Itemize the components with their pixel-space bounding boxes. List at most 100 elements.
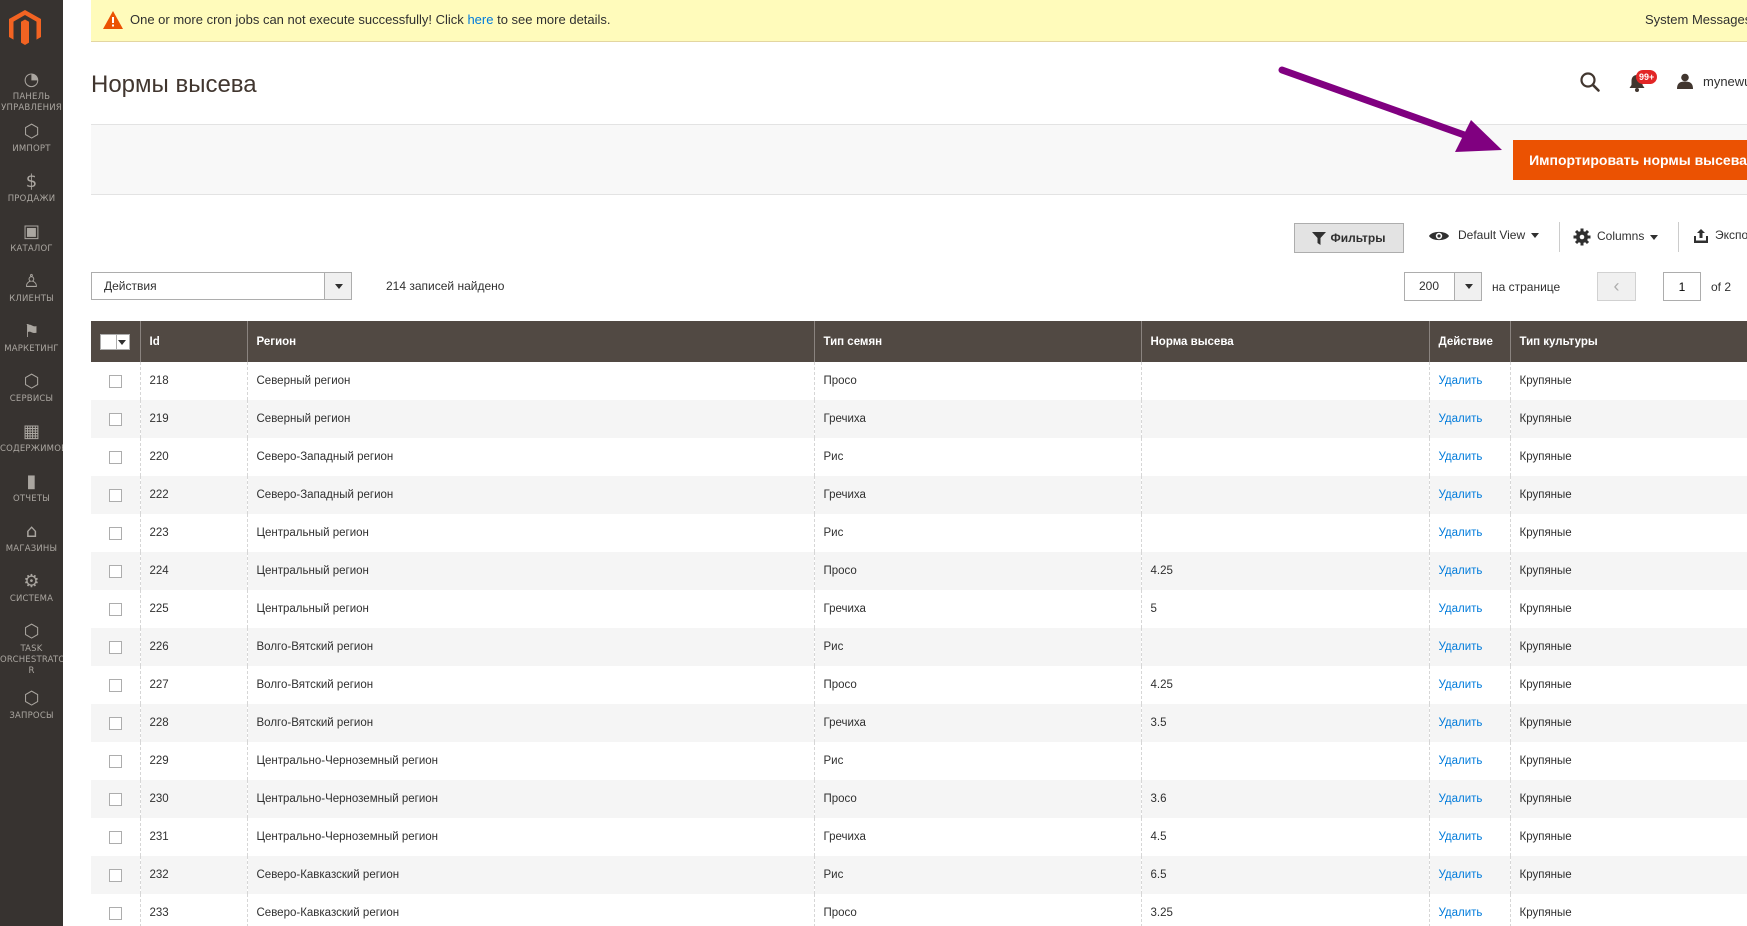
sidebar-item[interactable]: ⌂ МАГАЗИНЫ xyxy=(0,522,63,555)
row-checkbox[interactable] xyxy=(108,906,122,920)
column-header-region[interactable]: Регион xyxy=(246,321,814,362)
previous-page-button[interactable]: ‹ xyxy=(1597,272,1636,301)
sidebar-item[interactable]: ⬡ СЕРВИСЫ xyxy=(0,372,63,405)
table-row[interactable]: 230 Центрально-Черноземный регион Просо 3.6… xyxy=(91,780,1747,818)
table-row[interactable]: 222 Северо-Западный регион Гречиха Удалить К… xyxy=(91,476,1747,514)
column-header-id[interactable]: Id xyxy=(139,321,247,362)
sidebar-item-label: ПАНЕЛЬ УПРАВЛЕНИЯ xyxy=(1,92,62,113)
mass-actions-select[interactable]: Действия xyxy=(91,272,352,300)
delete-link[interactable]: Удалить xyxy=(1439,831,1483,843)
delete-link[interactable]: Удалить xyxy=(1439,565,1483,577)
sidebar-item[interactable]: ▮ ОТЧЁТЫ xyxy=(0,472,63,505)
row-checkbox[interactable] xyxy=(108,754,122,768)
table-row[interactable]: 218 Северный регион Просо Удалить Крупяные xyxy=(91,362,1747,400)
cell-crop-type: Крупяные xyxy=(1509,552,1747,590)
magento-logo-icon[interactable] xyxy=(9,10,41,46)
cell-seeding-rate: 3.5 xyxy=(1140,704,1429,742)
delete-link[interactable]: Удалить xyxy=(1439,527,1483,539)
sidebar-item[interactable]: ▣ КАТАЛОГ xyxy=(0,222,63,255)
sidebar-item[interactable]: $ ПРОДАЖИ xyxy=(0,172,63,205)
cell-region: Центральный регион xyxy=(246,590,814,628)
row-checkbox[interactable] xyxy=(108,526,122,540)
cell-seed-type: Просо xyxy=(813,552,1141,590)
row-checkbox[interactable] xyxy=(108,450,122,464)
delete-link[interactable]: Удалить xyxy=(1439,907,1483,919)
table-row[interactable]: 223 Центральный регион Рис Удалить Крупяные xyxy=(91,514,1747,552)
export-control[interactable]: Экспорт xyxy=(1693,228,1747,243)
table-row[interactable]: 226 Волго-Вятский регион Рис Удалить Крупяны… xyxy=(91,628,1747,666)
import-seeding-rates-button[interactable]: Импортировать нормы высева xyxy=(1513,140,1747,180)
delete-link[interactable]: Удалить xyxy=(1439,451,1483,463)
row-select-cell xyxy=(91,704,140,742)
sidebar-item[interactable]: ⬡ ИМПОРТ xyxy=(0,122,63,155)
row-checkbox[interactable] xyxy=(108,678,122,692)
column-header-seed-type[interactable]: Тип семян xyxy=(813,321,1141,362)
cell-id: 220 xyxy=(139,438,247,476)
cell-id: 219 xyxy=(139,400,247,438)
cell-region: Центрально-Черноземный регион xyxy=(246,818,814,856)
row-checkbox[interactable] xyxy=(108,868,122,882)
current-page-input[interactable] xyxy=(1663,272,1701,301)
delete-link[interactable]: Удалить xyxy=(1439,793,1483,805)
sidebar-item[interactable]: ⬡ ЗАПРОСЫ xyxy=(0,689,63,722)
sidebar-item[interactable]: ♙ КЛИЕНТЫ xyxy=(0,272,63,305)
table-row[interactable]: 231 Центрально-Черноземный регион Гречиха 4… xyxy=(91,818,1747,856)
table-row[interactable]: 227 Волго-Вятский регион Просо 4.25 Удалить К… xyxy=(91,666,1747,704)
column-header-crop-type[interactable]: Тип культуры xyxy=(1509,321,1747,362)
message-details-link[interactable]: here xyxy=(467,12,493,27)
mass-select-checkbox[interactable] xyxy=(91,321,140,362)
row-checkbox[interactable] xyxy=(108,602,122,616)
system-messages-toggle[interactable]: System Messages xyxy=(1645,12,1747,27)
cell-id: 223 xyxy=(139,514,247,552)
cell-id: 225 xyxy=(139,590,247,628)
search-icon[interactable] xyxy=(1579,71,1601,93)
admin-username[interactable]: mynewu xyxy=(1703,74,1747,89)
row-checkbox[interactable] xyxy=(108,640,122,654)
sidebar-item[interactable]: ▦ СОДЕРЖИМОЕ xyxy=(0,422,63,455)
cell-id: 218 xyxy=(139,362,247,400)
cell-id: 230 xyxy=(139,780,247,818)
row-checkbox[interactable] xyxy=(108,564,122,578)
delete-link[interactable]: Удалить xyxy=(1439,489,1483,501)
delete-link[interactable]: Удалить xyxy=(1439,755,1483,767)
delete-link[interactable]: Удалить xyxy=(1439,375,1483,387)
delete-link[interactable]: Удалить xyxy=(1439,717,1483,729)
filters-button[interactable]: Фильтры xyxy=(1294,223,1404,253)
column-header-seeding-rate[interactable]: Норма высева xyxy=(1140,321,1429,362)
table-row[interactable]: 224 Центральный регион Просо 4.25 Удалить Кру… xyxy=(91,552,1747,590)
sidebar-item[interactable]: ⚑ МАРКЕТИНГ xyxy=(0,322,63,355)
user-icon[interactable] xyxy=(1677,73,1693,89)
table-row[interactable]: 220 Северо-Западный регион Рис Удалить Крупя… xyxy=(91,438,1747,476)
columns-control[interactable]: Columns xyxy=(1573,228,1659,246)
mass-select-control[interactable] xyxy=(100,333,130,350)
row-checkbox[interactable] xyxy=(108,412,122,426)
cell-seeding-rate: 6.5 xyxy=(1140,856,1429,894)
row-checkbox[interactable] xyxy=(108,830,122,844)
table-row[interactable]: 228 Волго-Вятский регион Гречиха 3.5 Удалить… xyxy=(91,704,1747,742)
sidebar-item[interactable]: ◔ ПАНЕЛЬ УПРАВЛЕНИЯ xyxy=(0,70,63,114)
table-row[interactable]: 233 Северо-Кавказский регион Просо 3.25 Удал… xyxy=(91,894,1747,926)
per-page-select[interactable]: 200 xyxy=(1404,272,1482,301)
view-switcher[interactable]: Default View xyxy=(1428,228,1540,243)
row-checkbox[interactable] xyxy=(108,716,122,730)
table-row[interactable]: 229 Центрально-Черноземный регион Рис Удали… xyxy=(91,742,1747,780)
table-row[interactable]: 225 Центральный регион Гречиха 5 Удалить Круп… xyxy=(91,590,1747,628)
delete-link[interactable]: Удалить xyxy=(1439,679,1483,691)
row-checkbox[interactable] xyxy=(108,792,122,806)
sidebar-item[interactable]: ⚙ СИСТЕМА xyxy=(0,572,63,605)
table-row[interactable]: 232 Северо-Кавказский регион Рис 6.5 Удалить… xyxy=(91,856,1747,894)
dashboard-icon: ◔ xyxy=(23,69,40,90)
sidebar-item-label: TASK ORCHESTRATO R xyxy=(0,644,63,676)
cell-region: Центрально-Черноземный регион xyxy=(246,780,814,818)
cell-id: 222 xyxy=(139,476,247,514)
hexagon-icon: ⬡ xyxy=(23,121,40,142)
delete-link[interactable]: Удалить xyxy=(1439,603,1483,615)
delete-link[interactable]: Удалить xyxy=(1439,869,1483,881)
hexagon-icon: ⬡ xyxy=(23,371,40,392)
row-checkbox[interactable] xyxy=(108,374,122,388)
row-checkbox[interactable] xyxy=(108,488,122,502)
delete-link[interactable]: Удалить xyxy=(1439,641,1483,653)
table-row[interactable]: 219 Северный регион Гречиха Удалить Крупяные xyxy=(91,400,1747,438)
sidebar-item[interactable]: ⬡ TASK ORCHESTRATO R xyxy=(0,622,63,677)
delete-link[interactable]: Удалить xyxy=(1439,413,1483,425)
